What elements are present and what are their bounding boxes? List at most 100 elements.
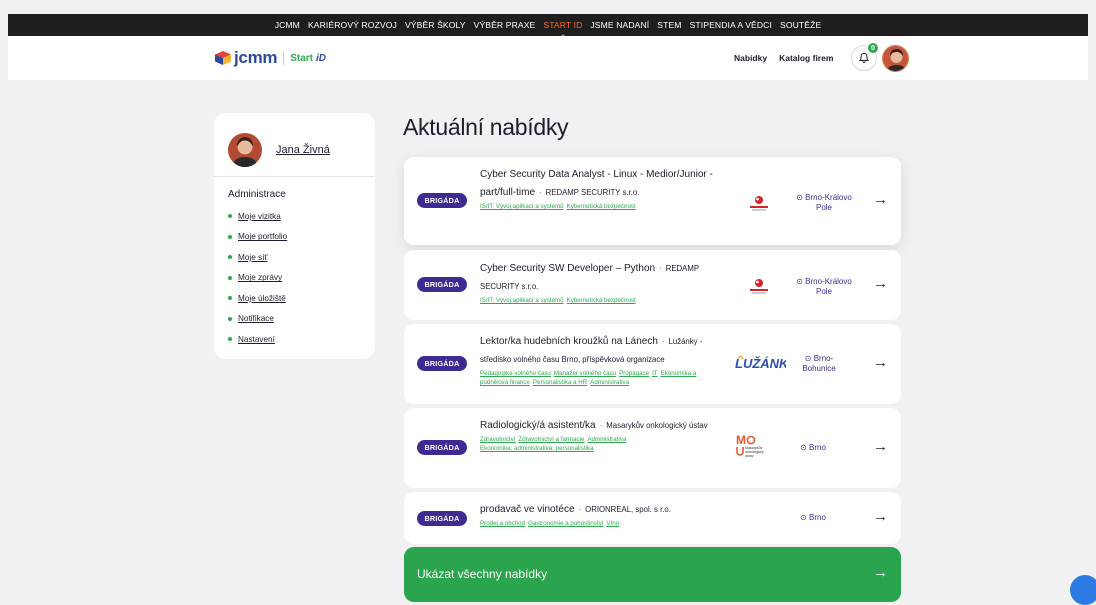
company-logo-redamp (744, 193, 774, 213)
sidebar-link-moje-uloziste[interactable]: Moje úložiště (238, 294, 286, 303)
job-title-line: Cyber Security Data Analyst - Linux - Me… (480, 166, 720, 202)
location-pin-icon: ⊙ (804, 354, 812, 363)
sidebar-link-nastaveni[interactable]: Nastavení (238, 335, 275, 344)
sidebar-item-moje-vizitka: Moje vizitka (228, 206, 375, 227)
bullet-dot (228, 214, 232, 219)
job-open-arrow-icon[interactable]: → (873, 438, 888, 455)
separator-dot: · (578, 505, 582, 514)
job-card[interactable]: BRIGÁDA prodavač ve vinotéce · ORIONREAL, … (404, 492, 901, 544)
topnav-item-start-id[interactable]: START ID (539, 20, 586, 38)
topnav-item-jcmm[interactable]: JCMM (271, 20, 304, 30)
arrow-right-icon: → (873, 564, 888, 581)
sidebar-avatar (228, 132, 262, 167)
category-link[interactable]: Kybernetická bezpečnost (567, 203, 636, 210)
svg-text:M: M (736, 433, 746, 447)
bullet-dot (228, 337, 232, 342)
job-title-line: Radiologický/á asistent/ka · Masarykův onk… (480, 417, 720, 435)
job-location: ⊙ Brno-Královo Pole (794, 193, 854, 213)
job-content: Cyber Security SW Developer – Python · RED… (480, 260, 720, 305)
category-link[interactable]: Pedagogika volného času (480, 370, 551, 377)
job-open-arrow-icon[interactable]: → (873, 191, 888, 208)
job-title[interactable]: Cyber Security SW Developer – Python (480, 263, 655, 274)
job-categories: Zdravotnictví Zdravotnictví a farmacie Adm… (480, 435, 720, 453)
location-pin-icon: ⊙ (800, 513, 807, 522)
chat-bubble-icon[interactable] (1070, 575, 1096, 605)
sidebar-avatar-image (228, 132, 262, 167)
logo-id-text: iD (316, 52, 327, 64)
job-open-arrow-icon[interactable]: → (873, 275, 888, 292)
job-title-line: Cyber Security SW Developer – Python · RED… (480, 260, 720, 296)
job-type-badge: BRIGÁDA (417, 356, 467, 371)
sidebar-link-moje-vizitka[interactable]: Moje vizitka (238, 212, 281, 221)
topnav-item-souteze[interactable]: SOUTĚŽE (776, 20, 825, 30)
location-text: Brno-Královo Pole (805, 277, 852, 296)
topnav-item-stem[interactable]: STEM (653, 20, 685, 30)
category-link[interactable]: Prodej a obchod (480, 520, 525, 527)
job-content: prodavač ve vinotéce · ORIONREAL, spol. s … (480, 501, 800, 528)
job-location: ⊙ Brno-Královo Pole (794, 277, 854, 297)
sidebar-user-name[interactable]: Jana Živná (276, 144, 330, 156)
job-type-badge: BRIGÁDA (417, 277, 467, 292)
job-title[interactable]: Radiologický/á asistent/ka (480, 420, 596, 431)
job-card[interactable]: BRIGÁDA Cyber Security SW Developer – Py… (404, 250, 901, 320)
logo-divider (283, 51, 285, 65)
job-type-badge: BRIGÁDA (417, 511, 467, 526)
job-type-badge: BRIGÁDA (417, 193, 467, 208)
category-link[interactable]: Personalistika a HR (533, 379, 587, 386)
sidebar-link-moje-sit[interactable]: Moje síť (238, 253, 267, 262)
topnav-item-vyber-praxe[interactable]: VÝBĚR PRAXE (470, 20, 540, 30)
top-navigation-bar: JCMM KARIÉROVÝ ROZVOJ VÝBĚR ŠKOLY VÝBĚR … (8, 14, 1088, 38)
show-all-offers-button[interactable]: Ukázat všechny nabídky → (404, 547, 901, 602)
company-logo-mou: M Masarykův onkologický ústav (736, 432, 770, 460)
job-card[interactable]: BRIGÁDA Lektor/ka hudebních kroužků na L… (404, 324, 901, 404)
category-link[interactable]: Administrativa (587, 436, 626, 443)
job-card[interactable]: BRIGÁDA Radiologický/á asistent/ka · Masar… (404, 408, 901, 488)
category-link[interactable]: Administrativa (590, 379, 629, 386)
topnav-item-stipendia[interactable]: STIPENDIA A VĚDCI (686, 20, 776, 30)
job-title[interactable]: Lektor/ka hudebních kroužků na Lánech (480, 336, 658, 347)
header-link-nabidky[interactable]: Nabídky (734, 53, 767, 63)
sidebar-link-moje-portfolio[interactable]: Moje portfolio (238, 232, 287, 241)
category-link[interactable]: IT (652, 370, 658, 377)
redamp-logo-icon (750, 279, 768, 294)
location-text: Brno (809, 513, 826, 522)
topnav-item-karierovy-rozvoj[interactable]: KARIÉROVÝ ROZVOJ (304, 20, 401, 30)
category-link[interactable]: Kybernetická bezpečnost (567, 297, 636, 304)
category-link[interactable]: Zdravotnictví (480, 436, 515, 443)
sidebar-link-moje-zpravy[interactable]: Moje zprávy (238, 273, 282, 282)
category-link[interactable]: Manažer volného času (554, 370, 616, 377)
header-link-katalog-firem[interactable]: Katalog firem (779, 53, 833, 63)
category-link[interactable]: Zdravotnictví a farmacie (518, 436, 584, 443)
sidebar-user: Jana Živná (214, 113, 375, 172)
company-logo-redamp (744, 276, 774, 296)
notifications-button[interactable]: 0 (851, 43, 878, 71)
company-logo-luzanky: LUŽÁNKY (734, 354, 786, 372)
location-pin-icon: ⊙ (796, 193, 803, 202)
topnav-item-vyber-skoly[interactable]: VÝBĚR ŠKOLY (401, 20, 470, 30)
category-link[interactable]: Víno (606, 520, 619, 527)
category-link[interactable]: Propagace (619, 370, 649, 377)
job-card[interactable]: BRIGÁDA Cyber Security Data Analyst - Li… (404, 157, 901, 245)
notification-count-badge: 0 (868, 43, 878, 53)
topnav-item-jsme-nadani[interactable]: JSME NADANÍ (586, 20, 653, 30)
job-type-badge: BRIGÁDA (417, 440, 467, 455)
location-text: Brno-Královo Pole (805, 193, 852, 212)
job-location: ⊙ Brno (796, 513, 830, 523)
category-link[interactable]: IS/IT: Vývoj aplikací a systémů (480, 203, 564, 210)
job-open-arrow-icon[interactable]: → (873, 508, 888, 525)
user-avatar[interactable] (882, 45, 909, 72)
bullet-dot (228, 234, 232, 239)
job-categories: Pedagogika volného času Manažer volného č… (480, 369, 720, 387)
category-link[interactable]: Gastronomie a pohostinství (528, 520, 603, 527)
category-link[interactable]: Ekonomika, administrativa, personalistik… (480, 445, 594, 452)
category-link[interactable]: IS/IT: Vývoj aplikací a systémů (480, 297, 564, 304)
jcmm-start-id-logo[interactable]: jcmm Start iD (215, 48, 326, 68)
svg-text:ústav: ústav (745, 454, 754, 458)
job-title[interactable]: prodavač ve vinotéce (480, 504, 575, 515)
job-open-arrow-icon[interactable]: → (873, 354, 888, 371)
job-categories: IS/IT: Vývoj aplikací a systémů Kyberneti… (480, 202, 720, 211)
job-title-line: Lektor/ka hudebních kroužků na Lánech · Lu… (480, 333, 720, 369)
job-company: ORIONREAL, spol. s r.o. (585, 505, 671, 514)
sidebar-link-notifikace[interactable]: Notifikace (238, 314, 274, 323)
sidebar-menu: Moje vizitka Moje portfolio Moje síť Moj… (228, 206, 375, 350)
